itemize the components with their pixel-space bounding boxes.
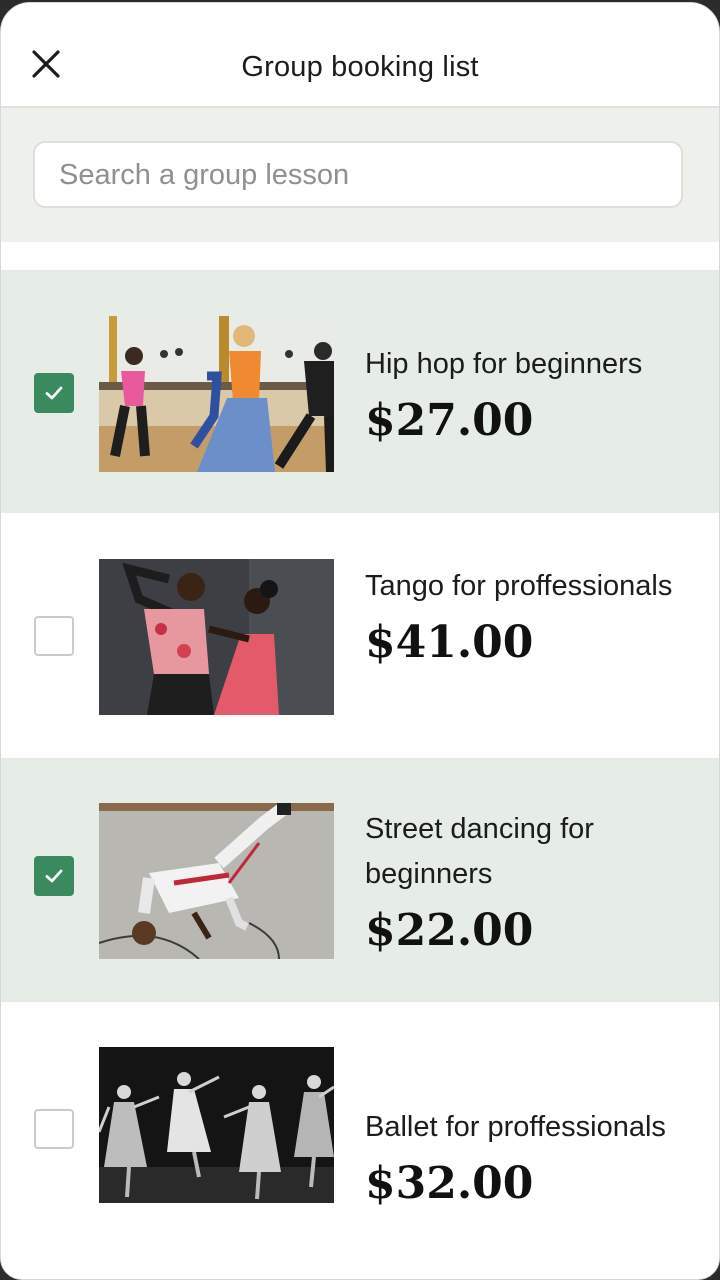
lesson-info: Street dancing for beginners $22.00 [365,807,705,959]
checkbox-checked[interactable] [34,373,74,413]
lesson-name: Street dancing for beginners [365,813,594,890]
hip-hop-class-photo [99,316,334,472]
lesson-info: Ballet for proffessionals $32.00 [365,1105,705,1212]
search-input[interactable] [57,143,663,208]
checkmark-icon [45,386,63,400]
lesson-name: Ballet for proffessionals [365,1111,666,1143]
header-bar: Group booking list [1,3,719,108]
list-item-ballet[interactable]: Ballet for proffessionals $32.00 [1,1002,719,1278]
checkmark-icon [45,869,63,883]
checkbox-unchecked[interactable] [34,1109,74,1149]
lesson-price: $41.00 [365,617,534,668]
search-field[interactable] [33,141,683,208]
lesson-price: $27.00 [365,395,534,446]
lesson-list: Hip hop for beginners $27.00 Tango for p… [1,270,719,1278]
search-section [1,108,719,242]
list-item-street-dancing[interactable]: Street dancing for beginners $22.00 [1,758,719,1002]
tango-class-photo [99,559,334,715]
lesson-name: Hip hop for beginners [365,348,643,380]
checkbox-unchecked[interactable] [34,616,74,656]
list-item-tango[interactable]: Tango for proffessionals $41.00 [1,513,719,758]
lesson-info: Hip hop for beginners $27.00 [365,342,705,449]
lesson-info: Tango for proffessionals $41.00 [365,564,705,671]
lesson-name: Tango for proffessionals [365,570,673,602]
lesson-price: $22.00 [365,905,534,956]
page-title: Group booking list [241,51,479,83]
street-dancing-photo [99,803,334,959]
lesson-price: $32.00 [365,1158,534,1209]
checkbox-checked[interactable] [34,856,74,896]
ballet-class-photo [99,1047,334,1203]
list-item-hip-hop[interactable]: Hip hop for beginners $27.00 [1,270,719,513]
booking-sheet: Group booking list Search a group lesson… [0,2,720,1280]
